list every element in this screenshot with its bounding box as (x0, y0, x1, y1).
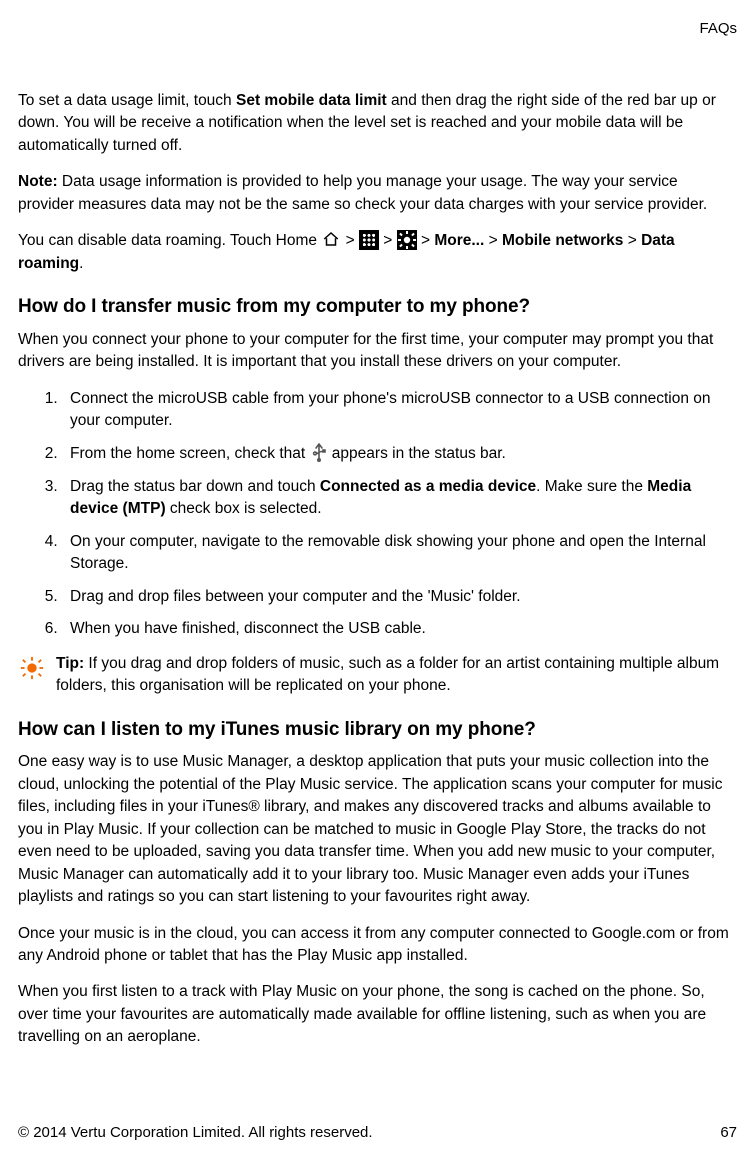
copyright: © 2014 Vertu Corporation Limited. All ri… (18, 1122, 373, 1144)
intro-note: Note: Data usage information is provided… (18, 171, 737, 216)
separator: > (489, 232, 502, 249)
text: appears in the status bar. (328, 445, 506, 462)
intro-paragraph-1: To set a data usage limit, touch Set mob… (18, 90, 737, 157)
step-4: On your computer, navigate to the remova… (62, 531, 737, 576)
menu-more: More... (434, 232, 484, 249)
page-header-label: FAQs (18, 18, 737, 40)
tip-icon (18, 653, 46, 698)
text: If you drag and drop folders of music, s… (56, 655, 719, 694)
text: . (79, 255, 83, 272)
text: Data usage information is provided to he… (18, 173, 707, 212)
term-set-mobile-data-limit: Set mobile data limit (236, 92, 387, 109)
separator: > (628, 232, 641, 249)
step-5: Drag and drop files between your compute… (62, 586, 737, 608)
menu-mobile-networks: Mobile networks (502, 232, 623, 249)
document-page: FAQs To set a data usage limit, touch Se… (0, 0, 755, 1162)
text: . Make sure the (536, 478, 647, 495)
heading-itunes: How can I listen to my iTunes music libr… (18, 716, 737, 744)
intro-roaming-path: You can disable data roaming. Touch Home… (18, 230, 737, 275)
home-icon (322, 231, 340, 247)
apps-icon (359, 230, 379, 250)
step-3: Drag the status bar down and touch Conne… (62, 476, 737, 521)
itunes-p2: Once your music is in the cloud, you can… (18, 923, 737, 968)
transfer-lead: When you connect your phone to your comp… (18, 329, 737, 374)
text: check box is selected. (166, 500, 322, 517)
tip-block: Tip: If you drag and drop folders of mus… (18, 653, 737, 698)
settings-icon (397, 230, 417, 250)
tip-label: Tip: (56, 655, 84, 672)
note-label: Note: (18, 173, 58, 190)
text: From the home screen, check that (70, 445, 310, 462)
separator: > (346, 232, 359, 249)
page-number: 67 (720, 1122, 737, 1144)
step-6: When you have finished, disconnect the U… (62, 618, 737, 640)
term-connected-media-device: Connected as a media device (320, 478, 536, 495)
itunes-p3: When you first listen to a track with Pl… (18, 981, 737, 1048)
text: To set a data usage limit, touch (18, 92, 236, 109)
transfer-steps: Connect the microUSB cable from your pho… (18, 388, 737, 641)
step-1: Connect the microUSB cable from your pho… (62, 388, 737, 433)
text: Drag the status bar down and touch (70, 478, 320, 495)
tip-text: Tip: If you drag and drop folders of mus… (56, 653, 737, 698)
separator: > (383, 232, 396, 249)
text: You can disable data roaming. Touch Home (18, 232, 321, 249)
separator: > (421, 232, 434, 249)
usb-icon (310, 442, 328, 462)
step-2: From the home screen, check that appears… (62, 442, 737, 465)
page-footer: © 2014 Vertu Corporation Limited. All ri… (18, 1122, 737, 1144)
itunes-p1: One easy way is to use Music Manager, a … (18, 751, 737, 908)
heading-transfer-music: How do I transfer music from my computer… (18, 293, 737, 321)
